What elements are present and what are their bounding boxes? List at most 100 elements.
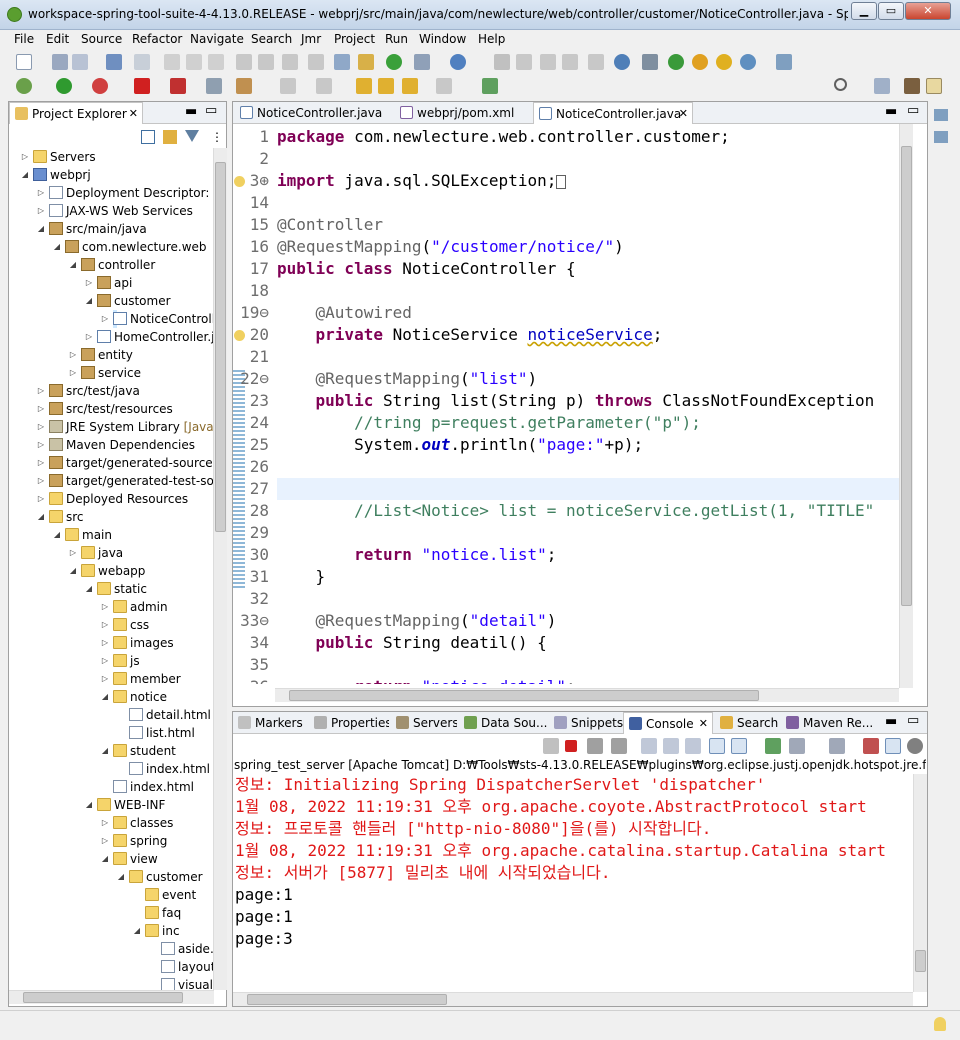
code-line[interactable]: private NoticeService noticeService; [277,324,663,346]
code-line[interactable]: import java.sql.SQLException; [277,170,567,192]
previous-annotation-icon[interactable] [316,78,332,94]
spring-boot-dashboard-icon[interactable] [386,54,402,70]
maximize-view-icon[interactable]: ▭ [907,713,919,728]
menu-source[interactable]: Source [81,32,122,46]
code-line[interactable]: public String list(String p) throws Clas… [277,390,875,412]
display-selected-console-icon[interactable] [789,738,805,754]
back-icon[interactable] [402,78,418,94]
print-icon[interactable] [106,54,122,70]
gear-icon[interactable] [907,738,923,754]
terminate-icon[interactable] [565,740,577,752]
console-horizontal-scrollbar[interactable] [233,992,913,1006]
code-line[interactable]: @RequestMapping("/customer/notice/") [277,236,624,258]
code-line[interactable]: @RequestMapping("list") [277,368,538,390]
close-button[interactable]: ✕ [905,2,951,20]
show-stdout-icon[interactable] [709,738,725,754]
code-line[interactable]: } [277,566,326,588]
expand-toggle-icon[interactable]: ▷ [36,472,46,490]
globe-icon[interactable] [614,54,630,70]
remove-launch-icon[interactable] [587,738,603,754]
tab-data-source[interactable]: Data Sou... [459,712,549,734]
maximize-editor-icon[interactable]: ▭ [907,103,919,118]
run-icon[interactable] [56,78,72,94]
code-line[interactable]: //tring p=request.getParameter("p"); [277,412,701,434]
terminate-icon[interactable] [208,54,224,70]
tab-console[interactable]: Console ✕ [623,712,713,734]
expand-toggle-icon[interactable]: ▷ [36,490,46,508]
use-step-filters-icon[interactable] [334,54,350,70]
expand-toggle-icon[interactable]: ▷ [100,598,110,616]
menu-search[interactable]: Search [251,32,292,46]
expand-toggle-icon[interactable]: ▷ [20,148,30,166]
open-perspective-icon[interactable] [874,78,890,94]
toggle-ant-mark-icon[interactable] [494,54,510,70]
show-whitespace-icon[interactable] [562,54,578,70]
tab-servers[interactable]: Servers [391,712,457,734]
web-browser-icon[interactable] [642,54,658,70]
expand-toggle-icon[interactable]: ◢ [84,292,94,310]
maximize-view-icon[interactable]: ▭ [205,103,217,118]
expand-toggle-icon[interactable]: ◢ [84,796,94,814]
code-line[interactable]: public class NoticeController { [277,258,576,280]
code-area[interactable]: 1 package com.newlecture.web.controller.c… [233,126,899,684]
expand-toggle-icon[interactable]: ▷ [68,364,78,382]
minimize-button[interactable]: ▁ [851,2,877,20]
menu-navigate[interactable]: Navigate [190,32,244,46]
expand-toggle-icon[interactable]: ◢ [100,850,110,868]
expand-toggle-icon[interactable]: ▷ [68,544,78,562]
filter-icon[interactable] [185,130,199,144]
word-wrap-icon[interactable] [685,738,701,754]
expand-toggle-icon[interactable]: ▷ [36,400,46,418]
menu-edit[interactable]: Edit [46,32,69,46]
open-type-icon[interactable] [134,54,150,70]
clear-console-icon[interactable] [641,738,657,754]
close-icon[interactable]: ✕ [679,103,688,124]
debug-icon[interactable] [16,78,32,94]
minimize-view-icon[interactable]: ▬ [885,714,897,729]
code-line[interactable]: @RequestMapping("detail") [277,610,557,632]
suspend-icon[interactable] [186,54,202,70]
green-bug-icon[interactable] [668,54,684,70]
code-line[interactable]: return "notice.list"; [277,544,556,566]
expand-toggle-icon[interactable]: ▷ [100,832,110,850]
code-line[interactable]: return "notice.detail"; [277,676,576,684]
expand-toggle-icon[interactable]: ▷ [100,310,110,328]
minimize-view-icon[interactable]: ▬ [185,104,197,119]
external-tools-icon[interactable] [236,78,252,94]
code-line[interactable]: System.out.println("page:"+p); [277,434,643,456]
tab-snippets[interactable]: Snippets [549,712,625,734]
restart-icon[interactable] [543,738,559,754]
view-menu-icon[interactable]: ⋮ [211,130,223,144]
expand-toggle-icon[interactable]: ▷ [100,634,110,652]
code-line[interactable]: public String deatil() { [277,632,547,654]
settings-dropdown-icon[interactable] [776,54,792,70]
tab-notice-controller-active[interactable]: NoticeController.java ✕ [533,102,693,124]
menu-project[interactable]: Project [334,32,375,46]
expand-toggle-icon[interactable]: ◢ [52,526,62,544]
tab-search[interactable]: Search [715,712,781,734]
pilcrow-icon[interactable] [588,54,604,70]
resume-icon[interactable] [164,54,180,70]
toggle-word-wrap-icon[interactable] [540,54,556,70]
menu-run[interactable]: Run [385,32,408,46]
expand-toggle-icon[interactable]: ▷ [36,418,46,436]
expand-toggle-icon[interactable]: ▷ [100,814,110,832]
collapse-all-icon[interactable] [141,130,155,144]
console-settings-icon[interactable] [863,738,879,754]
menu-file[interactable]: File [14,32,34,46]
console-hscroll-thumb[interactable] [247,994,447,1005]
expand-toggle-icon[interactable]: ◢ [36,220,46,238]
forward-icon[interactable] [436,78,452,94]
tree-item[interactable]: ▷ NoticeControlle [102,310,214,328]
code-line[interactable]: @Autowired [277,302,412,324]
tab-project-explorer[interactable]: Project Explorer ✕ [9,102,143,124]
new-spring-starter-icon[interactable] [450,54,466,70]
expand-toggle-icon[interactable]: ◢ [68,562,78,580]
code-line[interactable]: package com.newlecture.web.controller.cu… [277,126,730,148]
menu-help[interactable]: Help [478,32,505,46]
console-vertical-scrollbar[interactable] [913,774,927,992]
notification-bulb-icon[interactable] [934,1017,946,1031]
question-icon[interactable] [716,54,732,70]
step-over-icon[interactable] [258,54,274,70]
menu-jmr[interactable]: Jmr [301,32,321,46]
